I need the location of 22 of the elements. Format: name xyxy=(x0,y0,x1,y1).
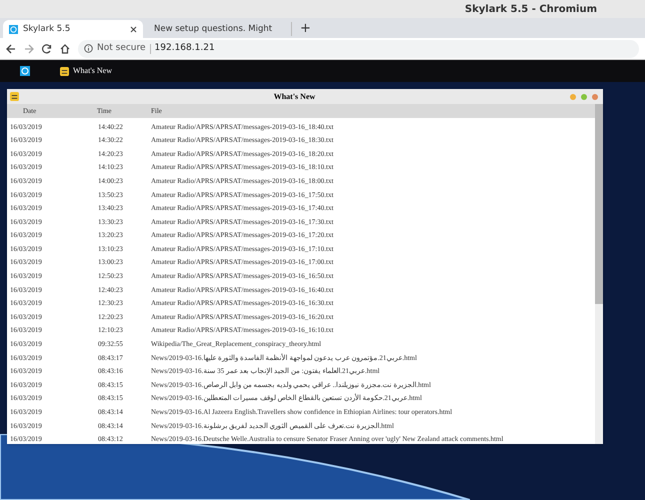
app-logo-icon xyxy=(9,24,18,34)
close-button[interactable] xyxy=(592,94,598,100)
window-title: Skylark 5.5 - Chromium xyxy=(464,2,597,16)
app-logo-icon[interactable] xyxy=(20,66,30,76)
app-icon[interactable] xyxy=(60,66,69,76)
window-title: What's New xyxy=(272,90,316,102)
app-icon xyxy=(10,92,19,101)
minimize-button[interactable] xyxy=(570,94,576,100)
maximize-button[interactable] xyxy=(581,94,587,100)
address-bar[interactable]: Not secure 192.168.1.21 xyxy=(78,40,639,58)
info-icon xyxy=(84,44,93,53)
reload-icon[interactable] xyxy=(42,44,52,54)
back-icon[interactable] xyxy=(6,44,16,54)
new-tab-button[interactable]: + xyxy=(291,22,311,36)
security-label: Not secure xyxy=(97,42,146,55)
close-icon[interactable] xyxy=(130,26,137,32)
taskbar-label[interactable]: What's New xyxy=(73,65,112,77)
scrollbar[interactable] xyxy=(595,104,603,444)
url-text: 192.168.1.21 xyxy=(154,42,215,55)
home-icon[interactable] xyxy=(60,44,70,54)
browser-tab[interactable]: Skylark 5.5 xyxy=(3,20,143,38)
forward-icon[interactable] xyxy=(24,44,34,54)
